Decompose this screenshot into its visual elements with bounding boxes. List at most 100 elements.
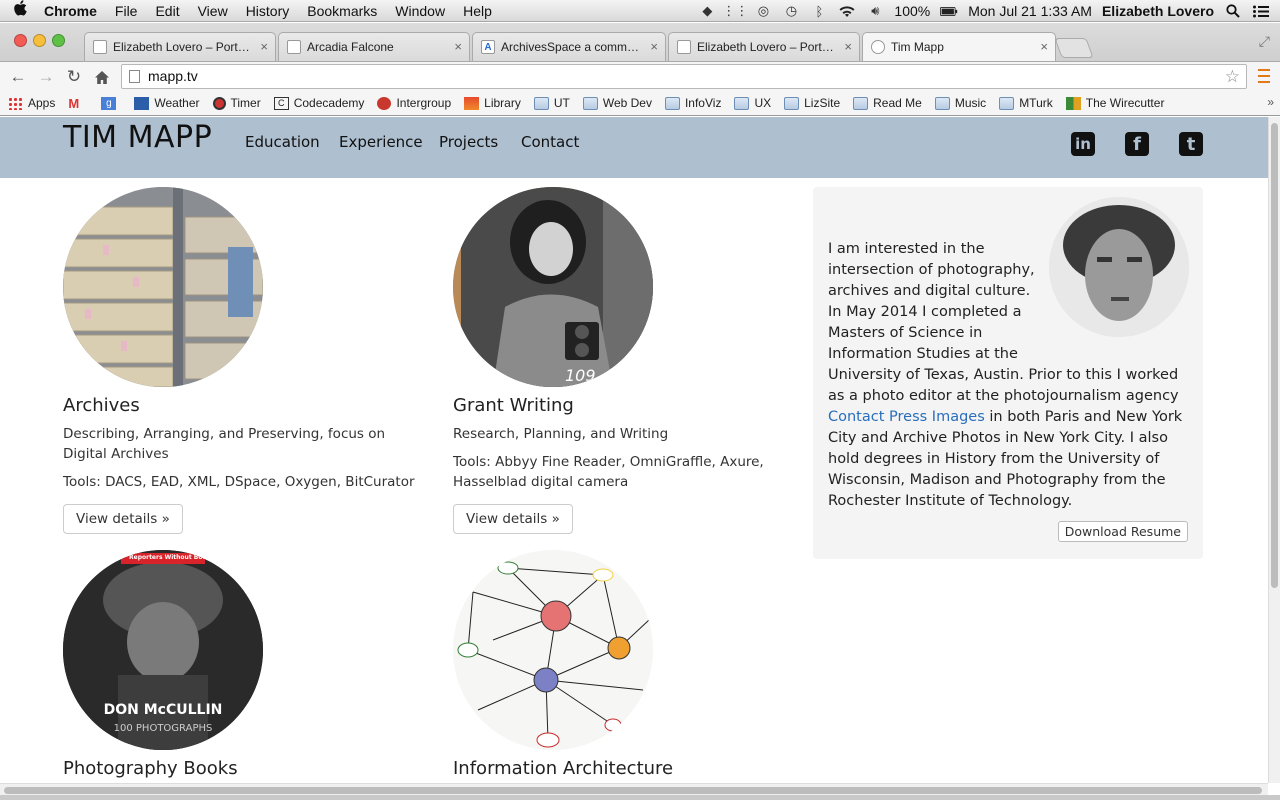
- bookmark-google[interactable]: g: [101, 96, 121, 110]
- fullscreen-icon[interactable]: ⤢: [1259, 33, 1270, 50]
- minimize-window-button[interactable]: [33, 34, 46, 47]
- more-bookmarks-icon[interactable]: »: [1267, 95, 1274, 109]
- view-details-button[interactable]: View details »: [63, 504, 183, 534]
- bookmark-library[interactable]: Library: [464, 96, 521, 110]
- scrollbar-thumb[interactable]: [4, 787, 1262, 794]
- page-favicon-icon: [287, 40, 301, 54]
- concept-map-diagram: [453, 550, 653, 750]
- bookmark-folder-infoviz[interactable]: InfoViz: [664, 96, 721, 110]
- bookmark-folder-music[interactable]: Music: [934, 96, 986, 110]
- bookmark-weather[interactable]: Weather: [134, 96, 200, 110]
- bookmark-gmail[interactable]: M: [68, 97, 88, 110]
- close-tab-icon[interactable]: ×: [454, 39, 462, 54]
- address-bar[interactable]: mapp.tv ☆: [121, 64, 1247, 89]
- bookmark-intergroup[interactable]: Intergroup: [377, 96, 451, 110]
- nav-experience[interactable]: Experience: [339, 133, 423, 151]
- menu-app-name[interactable]: Chrome: [40, 0, 106, 22]
- nav-contact[interactable]: Contact: [521, 133, 579, 151]
- card-description: Describing, Arranging, and Preserving, f…: [63, 426, 386, 462]
- card-description: Research, Planning, and Writing: [453, 426, 669, 442]
- tab-3[interactable]: A ArchivesSpace a community ×: [472, 32, 666, 61]
- tab-4[interactable]: Elizabeth Lovero – Portfolio ×: [668, 32, 860, 61]
- linkedin-icon[interactable]: in: [1071, 132, 1095, 156]
- bookmark-apps[interactable]: Apps: [8, 96, 55, 110]
- close-tab-icon[interactable]: ×: [650, 39, 658, 54]
- close-window-button[interactable]: [14, 34, 27, 47]
- creative-cloud-icon[interactable]: ◎: [754, 3, 772, 18]
- wifi-icon[interactable]: [838, 4, 856, 18]
- folder-icon: [582, 96, 598, 110]
- bookmark-wirecutter[interactable]: The Wirecutter: [1065, 96, 1164, 110]
- new-tab-button[interactable]: [1054, 38, 1094, 58]
- menu-window[interactable]: Window: [386, 0, 454, 22]
- close-tab-icon[interactable]: ×: [260, 39, 268, 54]
- close-tab-icon[interactable]: ×: [1040, 39, 1048, 54]
- menu-view[interactable]: View: [189, 0, 237, 22]
- nav-education[interactable]: Education: [245, 133, 320, 151]
- download-resume-button[interactable]: Download Resume: [1057, 521, 1188, 542]
- tab-5-active[interactable]: Tim Mapp ×: [862, 32, 1056, 61]
- menu-file[interactable]: File: [106, 0, 147, 22]
- scrollbar-thumb[interactable]: [1271, 123, 1278, 588]
- page-favicon-icon: [93, 40, 107, 54]
- bluetooth-icon[interactable]: ᛒ: [810, 4, 828, 19]
- volume-icon[interactable]: 🔊︎: [866, 3, 884, 18]
- bookmark-folder-ut[interactable]: UT: [533, 96, 570, 110]
- chrome-menu-icon[interactable]: [1258, 69, 1270, 83]
- bookmark-folder-lizsite[interactable]: LizSite: [784, 96, 840, 110]
- nav-projects[interactable]: Projects: [439, 133, 498, 151]
- gmail-icon: M: [68, 95, 80, 111]
- bookmark-star-icon[interactable]: ☆: [1225, 65, 1240, 88]
- menu-history[interactable]: History: [237, 0, 299, 22]
- bookmark-label: Apps: [28, 96, 56, 110]
- facebook-icon[interactable]: f: [1125, 132, 1149, 156]
- spotlight-search-icon[interactable]: [1224, 4, 1242, 18]
- mac-menubar: Chrome File Edit View History Bookmarks …: [0, 0, 1280, 22]
- site-brand[interactable]: TIM MAPP: [63, 120, 212, 155]
- folder-icon: [999, 96, 1015, 110]
- cover-title: DON McCULLIN: [103, 702, 223, 718]
- tab-1[interactable]: Elizabeth Lovero – Portfolio ×: [84, 32, 276, 61]
- forward-icon[interactable]: →: [35, 66, 57, 88]
- bookmark-label: Library: [484, 96, 521, 110]
- bookmark-folder-web-dev[interactable]: Web Dev: [582, 96, 652, 110]
- reload-icon[interactable]: ↻: [63, 66, 85, 88]
- apple-menu-icon[interactable]: [0, 0, 40, 21]
- vertical-scrollbar[interactable]: [1268, 117, 1280, 783]
- user-name[interactable]: Elizabeth Lovero: [1102, 3, 1214, 19]
- menu-edit[interactable]: Edit: [146, 0, 188, 22]
- bookmark-folder-mturk[interactable]: MTurk: [999, 96, 1053, 110]
- project-card-grant-writing: 109 Grant Writing Research, Planning, an…: [453, 187, 783, 534]
- menu-help[interactable]: Help: [454, 0, 501, 22]
- zoom-window-button[interactable]: [52, 34, 65, 47]
- horizontal-scrollbar[interactable]: [0, 783, 1268, 795]
- tab-title: Tim Mapp: [891, 40, 944, 54]
- dropbox-icon[interactable]: ◆: [698, 3, 716, 18]
- notification-center-icon[interactable]: [1252, 4, 1270, 18]
- wirecutter-icon: [1065, 96, 1081, 110]
- bookmarks-bar: Apps M g Weather Timer C Codecademy Inter…: [0, 91, 1280, 116]
- menu-bookmarks[interactable]: Bookmarks: [298, 0, 386, 22]
- view-details-button[interactable]: View details »: [453, 504, 573, 534]
- clock[interactable]: Mon Jul 21 1:33 AM: [968, 3, 1092, 19]
- home-icon[interactable]: [91, 66, 113, 88]
- close-tab-icon[interactable]: ×: [844, 39, 852, 54]
- bookmark-folder-ux[interactable]: UX: [734, 96, 771, 110]
- bookmark-folder-read-me[interactable]: Read Me: [853, 96, 922, 110]
- bio-text: I am interested in the intersection of p…: [828, 239, 1188, 512]
- tab-2[interactable]: Arcadia Falcone ×: [278, 32, 470, 61]
- bookmark-timer[interactable]: Timer: [212, 96, 261, 110]
- folder-icon: [784, 96, 800, 110]
- card-title: Archives: [63, 395, 140, 416]
- network-meter-icon[interactable]: ⋮⋮: [722, 3, 748, 18]
- folder-icon: [853, 96, 869, 110]
- time-machine-icon[interactable]: ◷: [782, 3, 800, 18]
- contact-press-images-link[interactable]: Contact Press Images: [828, 409, 985, 425]
- bookmark-codecademy[interactable]: C Codecademy: [273, 96, 364, 110]
- back-icon[interactable]: ←: [7, 66, 29, 88]
- battery-icon[interactable]: [940, 4, 958, 18]
- tumblr-icon[interactable]: t: [1179, 132, 1203, 156]
- bookmark-label: Timer: [230, 96, 261, 110]
- intergroup-icon: [377, 96, 392, 110]
- bookmark-label: LizSite: [804, 96, 841, 110]
